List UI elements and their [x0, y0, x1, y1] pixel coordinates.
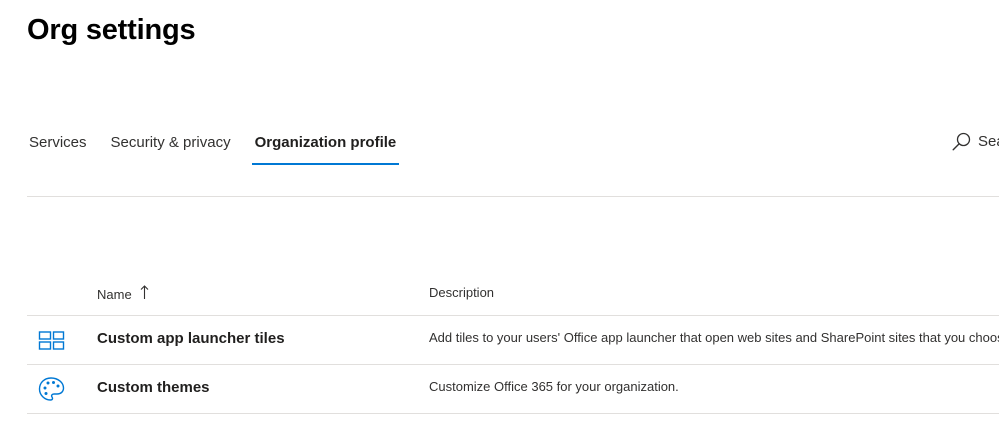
- tab-divider: [27, 196, 999, 197]
- org-settings-page: Org settings Services Security & privacy…: [0, 0, 999, 425]
- table-header: Name Description: [27, 274, 999, 316]
- page-title: Org settings: [27, 14, 196, 46]
- table-row[interactable]: Custom themes Customize Office 365 for y…: [27, 365, 999, 414]
- column-header-description: Description: [429, 285, 495, 300]
- tab-security-privacy[interactable]: Security & privacy: [111, 126, 231, 166]
- search-icon: [952, 132, 971, 151]
- tab-services[interactable]: Services: [29, 126, 87, 166]
- tab-organization-profile[interactable]: Organization profile: [251, 126, 399, 166]
- settings-table: Name Description Custom app launcher til…: [27, 274, 999, 414]
- row-description: Customize Office 365 for your organizati…: [429, 379, 679, 394]
- search-label: Sea: [978, 133, 999, 150]
- table-row[interactable]: Custom app launcher tiles Add tiles to y…: [27, 316, 999, 365]
- app-launcher-tiles-icon: [38, 327, 66, 353]
- row-description: Add tiles to your users' Office app laun…: [429, 330, 999, 345]
- tab-bar: Services Security & privacy Organization…: [29, 126, 420, 166]
- search-box[interactable]: Sea: [952, 132, 999, 151]
- row-name: Custom themes: [97, 379, 210, 396]
- row-name: Custom app launcher tiles: [97, 330, 285, 347]
- palette-icon: [38, 376, 66, 402]
- column-header-name-label: Name: [97, 286, 132, 302]
- column-header-name[interactable]: Name: [97, 285, 149, 303]
- sort-ascending-icon: [140, 285, 149, 303]
